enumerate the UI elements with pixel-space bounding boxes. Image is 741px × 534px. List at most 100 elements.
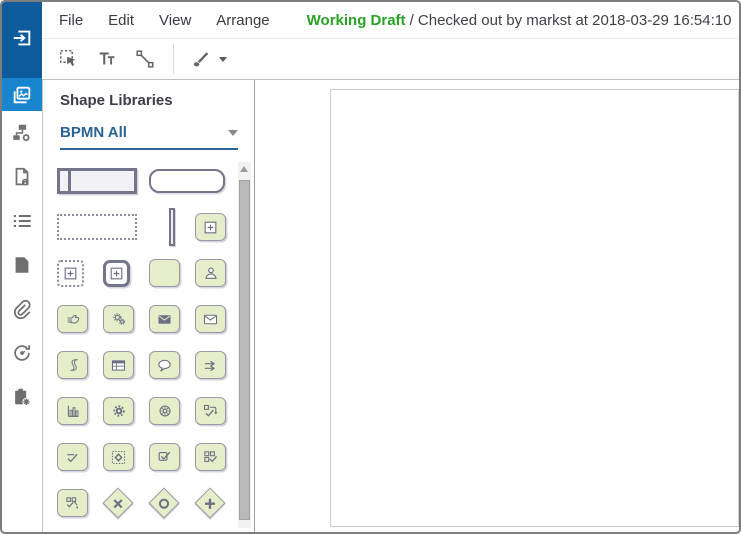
panel-title: Shape Libraries (60, 92, 173, 109)
double-arrow-icon (202, 357, 219, 374)
scrollbar-thumb[interactable] (239, 180, 250, 520)
shape-report-task[interactable] (57, 397, 88, 425)
plus-box-icon (202, 219, 219, 236)
shape-lane-divider[interactable] (169, 208, 175, 246)
check-line-icon (64, 449, 81, 466)
shape-multi-task-flow[interactable] (57, 489, 88, 517)
speech-bubble-icon (156, 357, 173, 374)
shape-manual-task[interactable] (57, 305, 88, 333)
shape-automation-task[interactable] (103, 397, 134, 425)
sitemap-gear-icon (11, 122, 33, 144)
marquee-select-icon (58, 48, 80, 70)
shape-libraries-panel: Shape Libraries BPMN All (42, 80, 255, 532)
checked-out-text: / Checked out by markst at 2018-03-29 16… (409, 11, 732, 29)
menu-item-edit[interactable]: Edit (108, 12, 134, 29)
menu-item-file[interactable]: File (59, 12, 83, 29)
circle-mark-icon (157, 496, 172, 511)
shape-check-flow-task[interactable] (195, 397, 226, 425)
working-draft-label: Working Draft (306, 11, 406, 29)
diamond-glyph (111, 496, 126, 511)
shape-receive-task[interactable] (195, 305, 226, 333)
plus-box-icon (62, 265, 79, 282)
plus-box-icon (108, 265, 125, 282)
toolbar-tools (50, 44, 234, 74)
shape-script-task[interactable] (57, 351, 88, 379)
shape-pool[interactable] (57, 168, 137, 194)
sidebar-item-document-info[interactable] (2, 155, 42, 199)
shapes-panel-icon (11, 84, 33, 106)
sidebar-item-pages[interactable] (2, 243, 42, 287)
shape-user-task[interactable] (195, 259, 226, 287)
sidebar-item-collapse-panel[interactable] (2, 2, 42, 78)
sidebar-item-attachments[interactable] (2, 287, 42, 331)
menu-item-arrange[interactable]: Arrange (216, 12, 269, 29)
table-icon (110, 357, 127, 374)
shape-parallel-gateway[interactable] (194, 487, 226, 519)
x-mark-icon (111, 496, 126, 511)
sidebar-item-process-structure[interactable] (2, 111, 42, 155)
squares-check-arrow-icon (64, 495, 81, 512)
marquee-select-tool[interactable] (57, 47, 81, 71)
shape-group[interactable] (57, 214, 137, 240)
sidebar-item-clipboard-settings[interactable] (2, 375, 42, 419)
clipboard-gear-icon (11, 386, 33, 408)
shape-completed-task[interactable] (149, 443, 180, 471)
chevron-down-icon (228, 129, 238, 141)
gear-icon (111, 403, 127, 419)
history-icon (11, 342, 33, 364)
shape-business-rule-task[interactable] (103, 351, 134, 379)
shape-send-receive-task[interactable] (195, 351, 226, 379)
shape-call-activity[interactable] (103, 259, 130, 287)
collapse-icon (11, 27, 33, 54)
hand-icon (65, 311, 81, 327)
connector-icon (134, 48, 156, 70)
check-arrow-icon (202, 403, 219, 420)
menu-item-view[interactable]: View (159, 12, 191, 29)
shape-embedded-process[interactable] (103, 443, 134, 471)
shape-inclusive-gateway[interactable] (148, 487, 180, 519)
app-window: File Edit View Arrange Working Draft / Check… (0, 0, 741, 534)
scroll-up-arrow-icon[interactable] (240, 166, 248, 172)
style-brush-tool[interactable] (190, 47, 227, 71)
shape-multi-task[interactable] (195, 443, 226, 471)
dotted-diamond-icon (110, 449, 127, 466)
brush-icon (190, 48, 212, 70)
sidebar-item-outline-list[interactable] (2, 199, 42, 243)
shape-annotation-task[interactable] (149, 351, 180, 379)
diamond-glyph (157, 496, 172, 511)
plus-mark-icon (203, 496, 218, 511)
squares-check-icon (202, 449, 219, 466)
menu-bar-items: File Edit View Arrange (59, 12, 295, 29)
sidebar-item-history[interactable] (2, 331, 42, 375)
checkout-status: Working Draft / Checked out by markst at … (307, 12, 732, 29)
person-icon (203, 265, 219, 281)
shape-exclusive-gateway[interactable] (102, 487, 134, 519)
shape-approval-task[interactable] (57, 443, 88, 471)
sidebar-item-shape-libraries[interactable] (2, 78, 42, 111)
chevron-down-icon (219, 56, 227, 66)
gears-icon (111, 311, 127, 327)
library-dropdown[interactable]: BPMN All (60, 124, 238, 150)
text-tool[interactable] (95, 47, 119, 71)
left-icon-rail (2, 2, 42, 532)
list-icon (11, 210, 33, 232)
shape-service-task[interactable] (103, 305, 134, 333)
diamond-glyph (203, 496, 218, 511)
envelope-icon (202, 311, 219, 328)
diagram-canvas[interactable] (330, 89, 739, 527)
connector-tool[interactable] (133, 47, 157, 71)
bar-chart-icon (65, 403, 81, 419)
wheel-icon (157, 403, 173, 419)
shape-event-subprocess[interactable] (57, 259, 84, 287)
shape-send-task[interactable] (149, 305, 180, 333)
box-check-icon (156, 449, 173, 466)
panel-scrollbar[interactable] (238, 162, 251, 528)
envelope-filled-icon (156, 311, 173, 328)
shape-task[interactable] (149, 169, 225, 193)
menu-bar: File Edit View Arrange Working Draft / Check… (42, 2, 739, 39)
shape-plain-task[interactable] (149, 259, 180, 287)
shape-wheel-task[interactable] (149, 397, 180, 425)
shape-grid (57, 158, 241, 526)
shape-subprocess[interactable] (195, 213, 226, 241)
paperclip-icon (11, 298, 33, 320)
